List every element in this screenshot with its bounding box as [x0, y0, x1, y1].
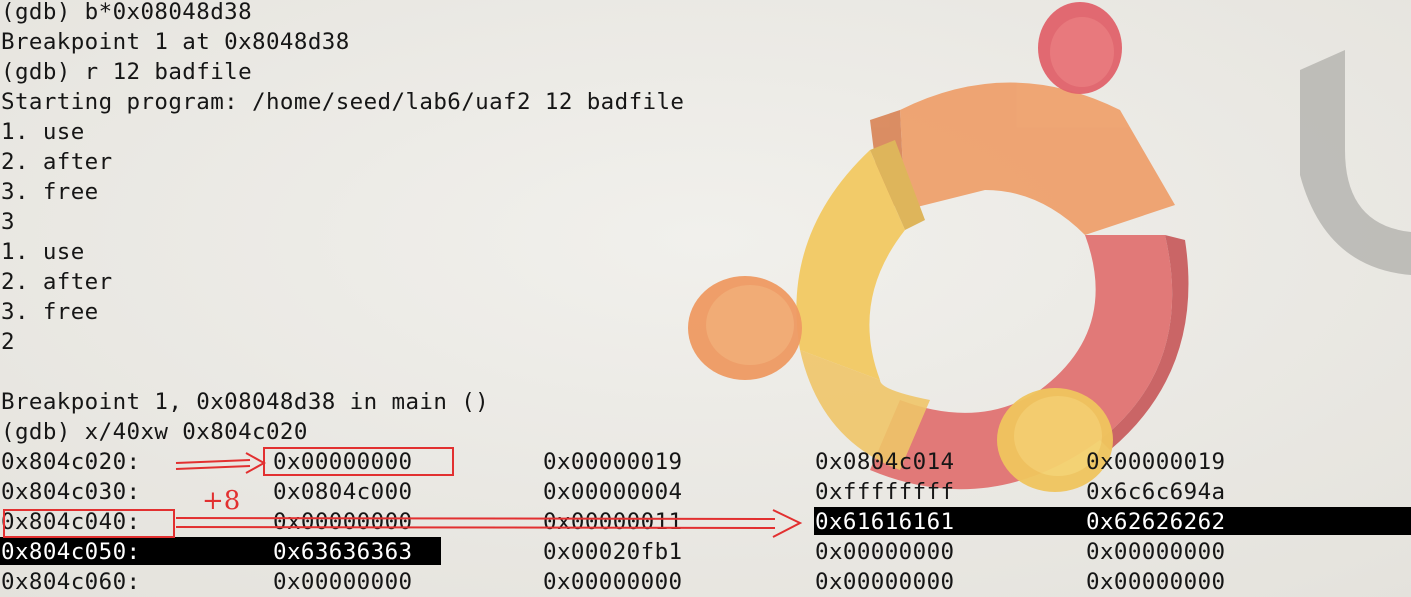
memory-address: 0x804c060: — [1, 569, 141, 595]
terminal-line: Breakpoint 1, 0x08048d38 in main () — [1, 389, 490, 415]
memory-word: 0x63636363 — [273, 539, 413, 565]
memory-word: 0x00000019 — [543, 449, 683, 475]
terminal-line: (gdb) r 12 badfile — [1, 59, 253, 85]
memory-word: 0x00020fb1 — [543, 539, 683, 565]
memory-word: 0x00000000 — [543, 569, 683, 595]
memory-address: 0x804c030: — [1, 479, 141, 505]
memory-word: 0xffffffff — [815, 479, 955, 505]
terminal-line: (gdb) b*0x08048d38 — [1, 0, 253, 25]
memory-word: 0x00000019 — [1086, 449, 1226, 475]
terminal-line: 3. free — [1, 179, 99, 205]
memory-word: 0x00000000 — [1086, 539, 1226, 565]
memory-word: 0x61616161 — [815, 509, 955, 535]
terminal-line: 1. use — [1, 239, 85, 265]
memory-word: 0x00000004 — [543, 479, 683, 505]
memory-word: 0x0804c014 — [815, 449, 955, 475]
terminal-line: 2. after — [1, 269, 113, 295]
memory-address: 0x804c040: — [1, 509, 141, 535]
memory-word: 0x0804c000 — [273, 479, 413, 505]
terminal-line: 2. after — [1, 149, 113, 175]
terminal-line: Starting program: /home/seed/lab6/uaf2 1… — [1, 89, 685, 115]
memory-word: 0x00000000 — [815, 569, 955, 595]
memory-word: 0x00000000 — [273, 509, 413, 535]
terminal-line: 3. free — [1, 299, 99, 325]
memory-word: 0x00000000 — [1086, 569, 1226, 595]
offset-annotation: +8 — [202, 486, 241, 516]
memory-word: 0x00000011 — [543, 509, 683, 535]
memory-word: 0x00000000 — [273, 569, 413, 595]
terminal-line: 2 — [1, 329, 15, 355]
terminal-line: Breakpoint 1 at 0x8048d38 — [1, 29, 350, 55]
memory-word: 0x00000000 — [273, 449, 413, 475]
memory-address: 0x804c020: — [1, 449, 141, 475]
memory-word: 0x00000000 — [815, 539, 955, 565]
terminal-line: 3 — [1, 209, 15, 235]
terminal-line: (gdb) x/40xw 0x804c020 — [1, 419, 308, 445]
memory-address: 0x804c050: — [1, 539, 141, 565]
memory-word: 0x6c6c694a — [1086, 479, 1226, 505]
terminal-line: 1. use — [1, 119, 85, 145]
memory-word: 0x62626262 — [1086, 509, 1226, 535]
